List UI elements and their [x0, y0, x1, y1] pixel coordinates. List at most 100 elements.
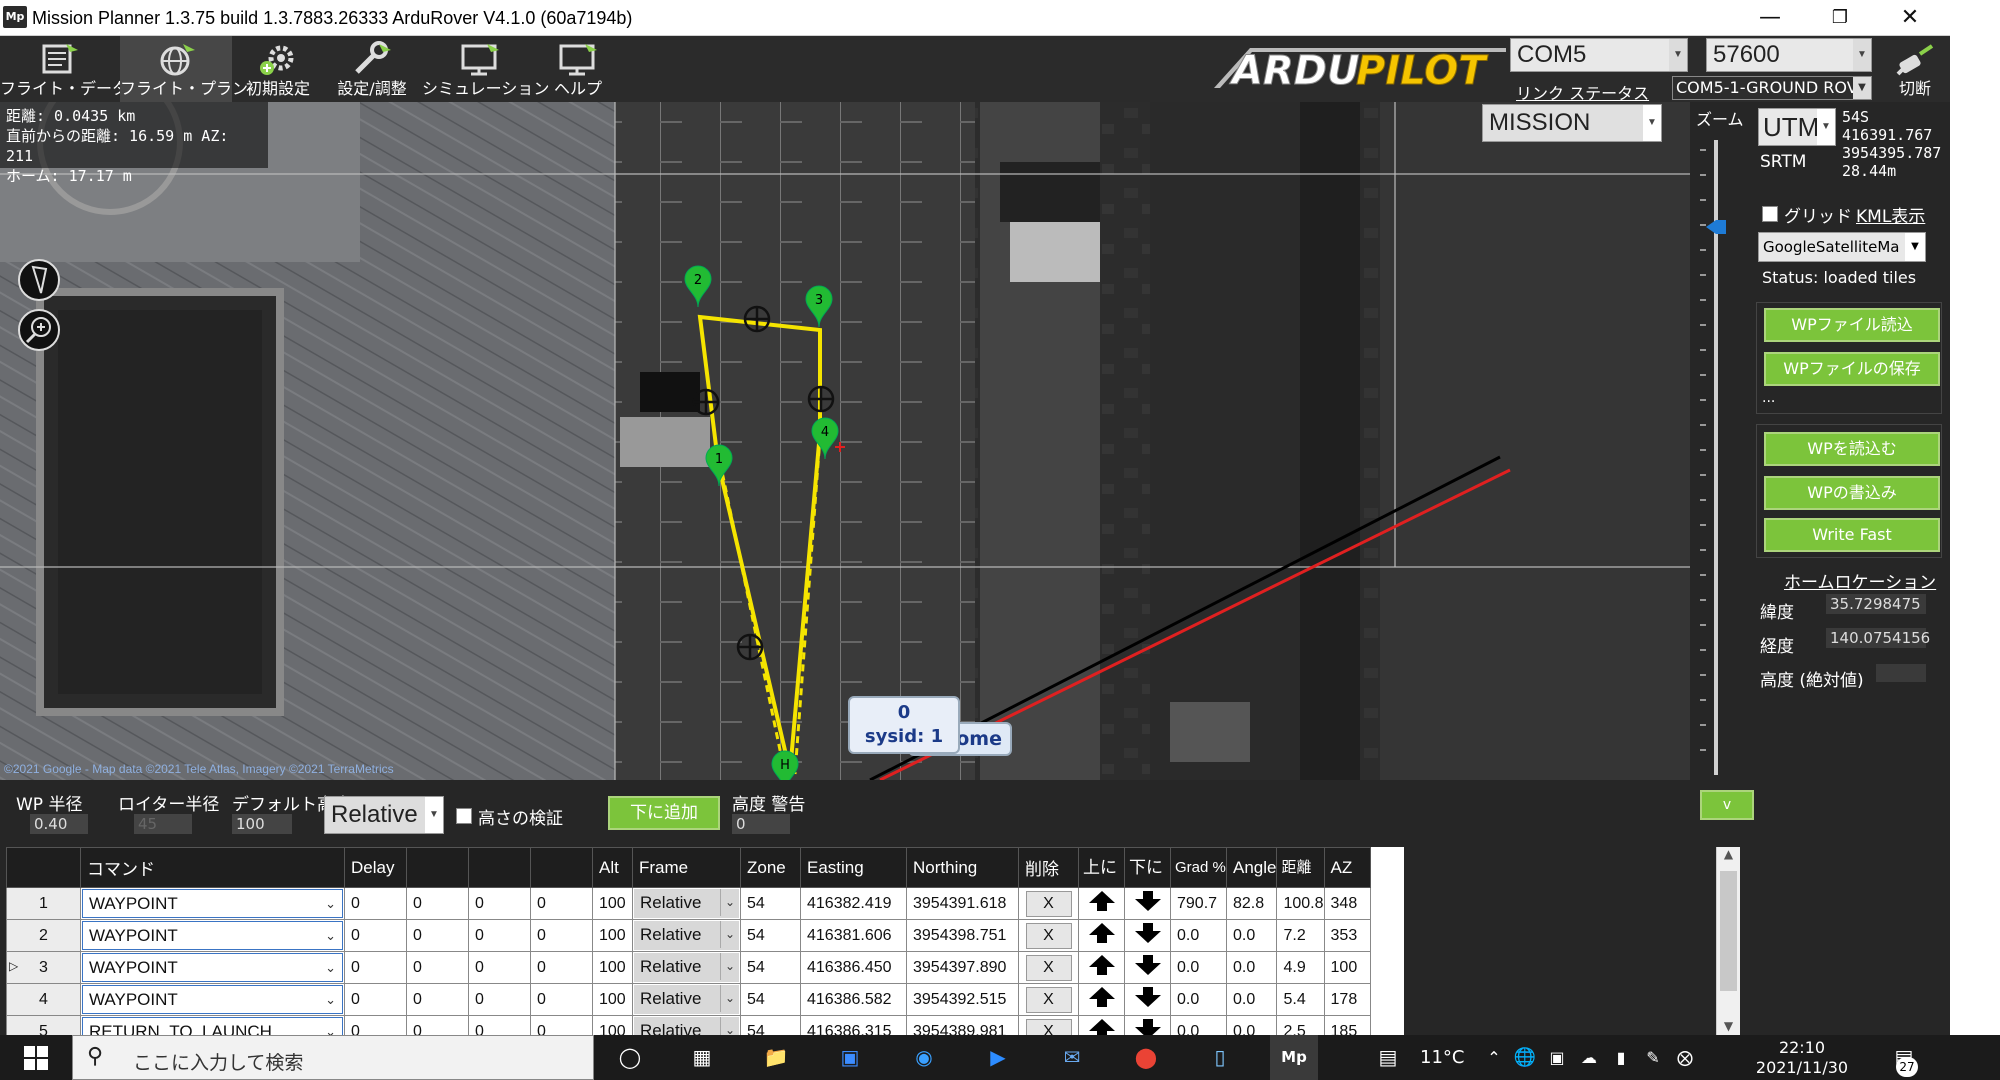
zoom-in-icon[interactable] [16, 307, 62, 353]
wp-radius-field[interactable]: 0.40 [30, 814, 88, 834]
zone-cell[interactable]: 54 [740, 919, 801, 952]
compass-icon[interactable] [16, 257, 62, 303]
battery-icon[interactable]: ▮ [1606, 1035, 1636, 1080]
disconnect-button[interactable]: 切断 [1880, 36, 1950, 102]
home-location-link[interactable]: ホームロケーション [1784, 568, 1936, 593]
taskbar-search-box[interactable]: ⚲ ここに入力して検索 [72, 1035, 594, 1080]
zoom-slider-thumb[interactable] [1706, 220, 1726, 234]
table-row[interactable]: 4 WAYPOINT ⌄ 0 0 0 0 100 Relative ⌄ 54 416386.582 39… [6, 983, 1371, 1016]
zone-cell[interactable]: 54 [740, 951, 801, 984]
col-header-grad[interactable]: Grad % [1170, 847, 1227, 888]
move-down-button[interactable] [1124, 1015, 1171, 1035]
frame-cell-select[interactable]: Relative ⌄ [634, 953, 739, 982]
row-number[interactable]: 1 [6, 887, 81, 920]
zone-cell[interactable]: 54 [740, 887, 801, 920]
param4-cell[interactable]: 0 [530, 983, 593, 1016]
delete-row-button[interactable]: X [1025, 922, 1072, 949]
menu-initial-setup[interactable]: 初期設定 [234, 36, 322, 102]
more-ellipsis[interactable]: ... [1762, 390, 1775, 406]
table-row[interactable]: ▷ 3 WAYPOINT ⌄ 0 0 0 0 100 Relative ⌄ 54 416386.450 3… [6, 951, 1371, 984]
device-icon[interactable]: ▣ [1542, 1035, 1572, 1080]
row-number[interactable]: 4 [6, 983, 81, 1016]
grid-checkbox[interactable] [1762, 206, 1778, 222]
move-up-button[interactable] [1078, 1015, 1125, 1035]
waypoint-marker[interactable]: 3 [804, 285, 834, 329]
command-cell[interactable]: RETURN_TO_LAUNCH ⌄ [80, 1015, 345, 1035]
col-header-northing[interactable]: Northing [906, 847, 1019, 888]
read-wp-button[interactable]: WPを読込む [1764, 432, 1940, 466]
move-down-button[interactable] [1124, 919, 1171, 952]
northing-cell[interactable]: 3954398.751 [906, 919, 1019, 952]
mail-icon[interactable]: ✉ [1048, 1035, 1096, 1080]
col-header-alt[interactable]: Alt [592, 847, 633, 888]
easting-cell[interactable]: 416381.606 [800, 919, 907, 952]
alt-cell[interactable]: 100 [592, 1015, 633, 1035]
param4-cell[interactable]: 0 [530, 887, 593, 920]
waypoint-marker[interactable]: 4 [810, 417, 840, 461]
kml-link[interactable]: KML表示 [1856, 202, 1925, 227]
add-below-button[interactable]: 下に追加 [608, 796, 720, 830]
table-row[interactable]: 1 WAYPOINT ⌄ 0 0 0 0 100 Relative ⌄ 54 416382.419 39… [6, 887, 1371, 920]
command-select[interactable]: WAYPOINT ⌄ [82, 953, 343, 982]
param2-cell[interactable]: 0 [406, 983, 469, 1016]
mission-planner-taskbar-icon[interactable]: Mp [1270, 1035, 1318, 1080]
volume-muted-icon[interactable]: ⨂ [1670, 1035, 1700, 1080]
col-header-distance[interactable]: 距離 [1276, 847, 1325, 888]
baud-rate-select[interactable]: 57600 ▼ [1706, 38, 1872, 72]
col-header-param2[interactable] [406, 847, 469, 888]
command-cell[interactable]: WAYPOINT ⌄ [80, 951, 345, 984]
tablet-mode-icon[interactable]: ▤ [1364, 1035, 1412, 1080]
alt-cell[interactable]: 100 [592, 919, 633, 952]
chrome-icon[interactable]: ⬤ [1122, 1035, 1170, 1080]
delay-cell[interactable]: 0 [344, 919, 407, 952]
store-icon[interactable]: ▣ [826, 1035, 874, 1080]
move-up-button[interactable] [1078, 887, 1125, 920]
tray-chevron-icon[interactable]: ⌃ [1480, 1035, 1508, 1080]
param3-cell[interactable]: 0 [468, 983, 531, 1016]
waypoint-marker[interactable]: 2 [683, 265, 713, 309]
col-header-up[interactable]: 上に [1078, 847, 1125, 888]
col-header-easting[interactable]: Easting [800, 847, 907, 888]
cloud-icon[interactable]: ☁ [1574, 1035, 1604, 1080]
waypoint-marker[interactable]: 1 [704, 444, 734, 488]
move-up-button[interactable] [1078, 951, 1125, 984]
menu-flight-plan[interactable]: フライト・プラン [120, 36, 248, 102]
frame-cell-select[interactable]: Relative ⌄ [634, 1017, 739, 1035]
zone-cell[interactable]: 54 [740, 983, 801, 1016]
frame-cell-select[interactable]: Relative ⌄ [634, 985, 739, 1014]
move-down-button[interactable] [1124, 887, 1171, 920]
command-select[interactable]: RETURN_TO_LAUNCH ⌄ [82, 1017, 343, 1035]
minimize-icon[interactable]: — [1735, 0, 1805, 36]
delete-row-button[interactable]: X [1025, 890, 1072, 917]
param4-cell[interactable]: 0 [530, 919, 593, 952]
link-select[interactable]: COM5-1-GROUND ROV ▼ [1672, 76, 1872, 100]
scroll-up-icon[interactable]: ▲ [1717, 847, 1740, 861]
alt-cell[interactable]: 100 [592, 887, 633, 920]
verify-height-checkbox[interactable] [456, 808, 472, 824]
delay-cell[interactable]: 0 [344, 983, 407, 1016]
menu-flight-data[interactable]: フライト・データ [0, 36, 128, 102]
row-number[interactable]: ▷ 3 [6, 951, 81, 984]
col-header-down[interactable]: 下に [1124, 847, 1171, 888]
menu-simulation[interactable]: シミュレーション [422, 36, 549, 102]
close-icon[interactable]: ✕ [1875, 0, 1945, 36]
command-cell[interactable]: WAYPOINT ⌄ [80, 887, 345, 920]
command-cell[interactable]: WAYPOINT ⌄ [80, 983, 345, 1016]
col-header-delete[interactable]: 削除 [1018, 847, 1079, 888]
frame-cell[interactable]: Relative ⌄ [632, 1015, 741, 1035]
save-wp-file-button[interactable]: WPファイルの保存 [1764, 352, 1940, 386]
param3-cell[interactable]: 0 [468, 887, 531, 920]
alt-cell[interactable]: 100 [592, 983, 633, 1016]
delete-row-button[interactable]: X [1025, 1018, 1072, 1035]
col-header-command[interactable]: コマンド [80, 847, 345, 888]
frame-cell[interactable]: Relative ⌄ [632, 951, 741, 984]
move-down-button[interactable] [1124, 983, 1171, 1016]
expand-button[interactable]: v [1700, 790, 1754, 820]
col-header-frame[interactable]: Frame [632, 847, 741, 888]
zoom-app-icon[interactable]: ▶ [974, 1035, 1022, 1080]
load-wp-file-button[interactable]: WPファイル読込 [1764, 308, 1940, 342]
frame-select[interactable]: Relative ▼ [324, 796, 444, 834]
easting-cell[interactable]: 416386.450 [800, 951, 907, 984]
command-select[interactable]: WAYPOINT ⌄ [82, 985, 343, 1014]
col-header-param3[interactable] [468, 847, 531, 888]
